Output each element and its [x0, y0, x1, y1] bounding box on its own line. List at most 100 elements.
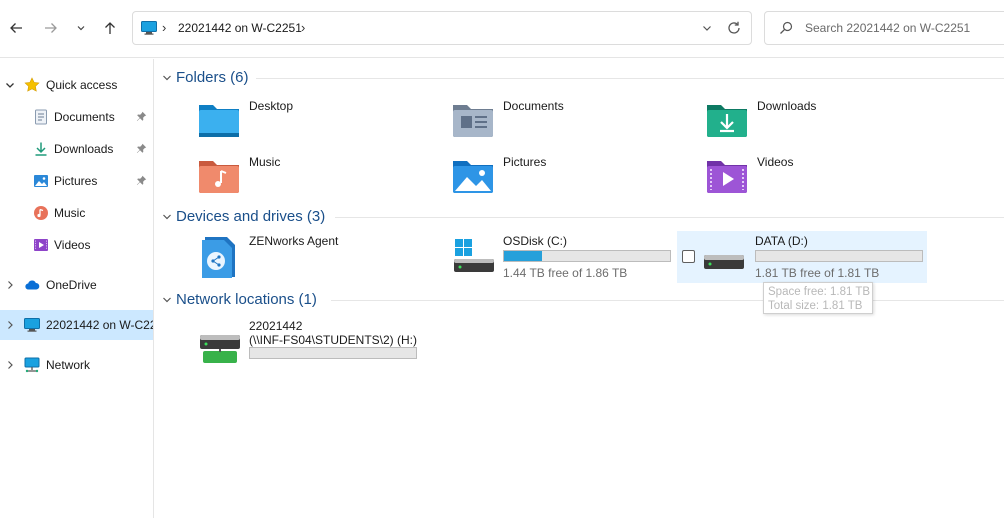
nav-item-music[interactable]: Music [0, 198, 153, 228]
chevron-down-icon[interactable] [162, 213, 172, 221]
group-header-network[interactable]: Network locations (1) [159, 289, 1004, 311]
nav-item-label: OneDrive [46, 278, 97, 292]
navigation-pane: Quick access Documents Downloads Picture… [0, 59, 154, 518]
computer-icon [24, 318, 40, 332]
drive-data-d[interactable]: DATA (D:) 1.81 TB free of 1.81 TB [677, 231, 927, 283]
search-box[interactable]: Search 22021442 on W-C2251 [764, 11, 1004, 45]
up-button[interactable] [97, 14, 123, 42]
music-folder-icon [199, 161, 239, 193]
search-placeholder[interactable]: Search 22021442 on W-C2251 [805, 21, 970, 35]
drive-osdisk-c[interactable]: OSDisk (C:) 1.44 TB free of 1.86 TB [447, 231, 697, 281]
nav-item-downloads[interactable]: Downloads [0, 134, 153, 164]
folder-downloads[interactable]: Downloads [701, 95, 951, 145]
network-icon [24, 357, 40, 373]
folder-pictures[interactable]: Pictures [447, 151, 697, 201]
nav-item-videos[interactable]: Videos [0, 230, 153, 260]
drive-tooltip: Space free: 1.81 TB Total size: 1.81 TB [763, 282, 873, 314]
pin-icon[interactable] [136, 111, 147, 122]
videos-folder-icon [707, 161, 747, 193]
nav-item-label: Network [46, 358, 91, 372]
breadcrumb-current[interactable]: 22021442 on W-C2251 [178, 21, 302, 35]
back-button[interactable] [3, 14, 29, 42]
folder-music[interactable]: Music [193, 151, 443, 201]
folder-name: Music [249, 155, 281, 169]
address-toolbar: › 22021442 on W-C2251 › Search 22021442 … [0, 0, 1004, 58]
refresh-icon[interactable] [725, 19, 743, 37]
documents-icon [35, 109, 47, 125]
chevron-right-icon[interactable] [4, 279, 16, 291]
forward-button[interactable] [38, 14, 64, 42]
folder-name: Documents [503, 99, 564, 113]
group-title: Network locations (1) [176, 291, 317, 308]
chevron-right-icon[interactable] [4, 359, 16, 371]
folder-name: Pictures [503, 155, 547, 169]
zenworks-agent-icon [202, 237, 235, 278]
chevron-down-icon[interactable] [4, 79, 16, 91]
network-drive-h[interactable]: 22021442 (\\INF-FS04\STUDENTS\2) (H:) [193, 315, 443, 371]
folder-name: Videos [757, 155, 794, 169]
drive-zenworks-agent[interactable]: ZENworks Agent [193, 231, 443, 281]
nav-item-this-pc[interactable]: 22021442 on W-C2251 [0, 310, 153, 340]
address-history-chevron-icon[interactable] [701, 20, 713, 36]
group-divider [256, 78, 1004, 79]
nav-item-quick-access[interactable]: Quick access [0, 70, 153, 100]
breadcrumb-separator-end[interactable]: › [301, 20, 305, 35]
computer-icon [141, 21, 157, 35]
group-header-devices[interactable]: Devices and drives (3) [159, 206, 1004, 228]
address-bar[interactable]: › 22021442 on W-C2251 › [132, 11, 752, 45]
group-title: Folders (6) [176, 69, 249, 86]
group-header-folders[interactable]: Folders (6) [159, 67, 1004, 89]
drive-usage-bar [503, 250, 671, 262]
group-divider [331, 300, 1004, 301]
drive-free-space: 1.44 TB free of 1.86 TB [503, 266, 628, 280]
search-icon [780, 21, 793, 34]
network-drive-icon [200, 335, 240, 363]
nav-item-label: Music [54, 206, 86, 220]
drive-usage-bar [755, 250, 923, 262]
folder-name: Desktop [249, 99, 294, 113]
pin-icon[interactable] [136, 143, 147, 154]
nav-item-network[interactable]: Network [0, 350, 153, 380]
drive-usage-bar [249, 347, 417, 359]
breadcrumb-separator[interactable]: › [162, 20, 166, 35]
folder-documents[interactable]: Documents [447, 95, 697, 145]
pin-icon[interactable] [136, 175, 147, 186]
chevron-down-icon [77, 26, 85, 31]
drive-icon [704, 255, 744, 269]
recent-locations-button[interactable] [68, 14, 94, 42]
nav-item-label: Pictures [54, 174, 98, 188]
pictures-icon [34, 175, 48, 187]
documents-folder-icon [453, 105, 493, 137]
folder-desktop[interactable]: Desktop [193, 95, 443, 145]
folder-name: Downloads [757, 99, 817, 113]
windows-drive-icon [454, 239, 494, 272]
nav-item-label: Videos [54, 238, 91, 252]
folder-videos[interactable]: Videos [701, 151, 951, 201]
downloads-folder-icon [707, 105, 747, 137]
up-arrow-icon [105, 22, 115, 34]
nav-item-label: 22021442 on W-C2251 [46, 318, 153, 332]
nav-item-pictures[interactable]: Pictures [0, 166, 153, 196]
nav-item-onedrive[interactable]: OneDrive [0, 270, 153, 300]
drive-name: OSDisk (C:) [503, 234, 567, 248]
select-checkbox[interactable] [682, 250, 695, 263]
chevron-down-icon[interactable] [162, 296, 172, 304]
forward-arrow-icon [45, 23, 57, 33]
chevron-down-icon[interactable] [162, 74, 172, 82]
cloud-icon [25, 280, 40, 290]
nav-item-label: Quick access [46, 78, 118, 92]
nav-item-label: Documents [54, 110, 115, 124]
file-list-view: Folders (6) Desktop Documents Downloads … [155, 59, 1004, 518]
network-drive-name-line1: 22021442 [249, 319, 303, 333]
network-drive-name-line2: (\\INF-FS04\STUDENTS\2) (H:) [249, 333, 418, 347]
downloads-icon [35, 142, 47, 156]
back-arrow-icon [10, 23, 22, 33]
group-divider [335, 217, 1004, 218]
tooltip-space-free: Space free: 1.81 TB [768, 286, 871, 298]
drive-free-space: 1.81 TB free of 1.81 TB [755, 266, 880, 280]
star-icon [24, 77, 40, 92]
nav-item-label: Downloads [54, 142, 114, 156]
nav-item-documents[interactable]: Documents [0, 102, 153, 132]
music-icon [34, 206, 48, 220]
chevron-right-icon[interactable] [4, 319, 16, 331]
